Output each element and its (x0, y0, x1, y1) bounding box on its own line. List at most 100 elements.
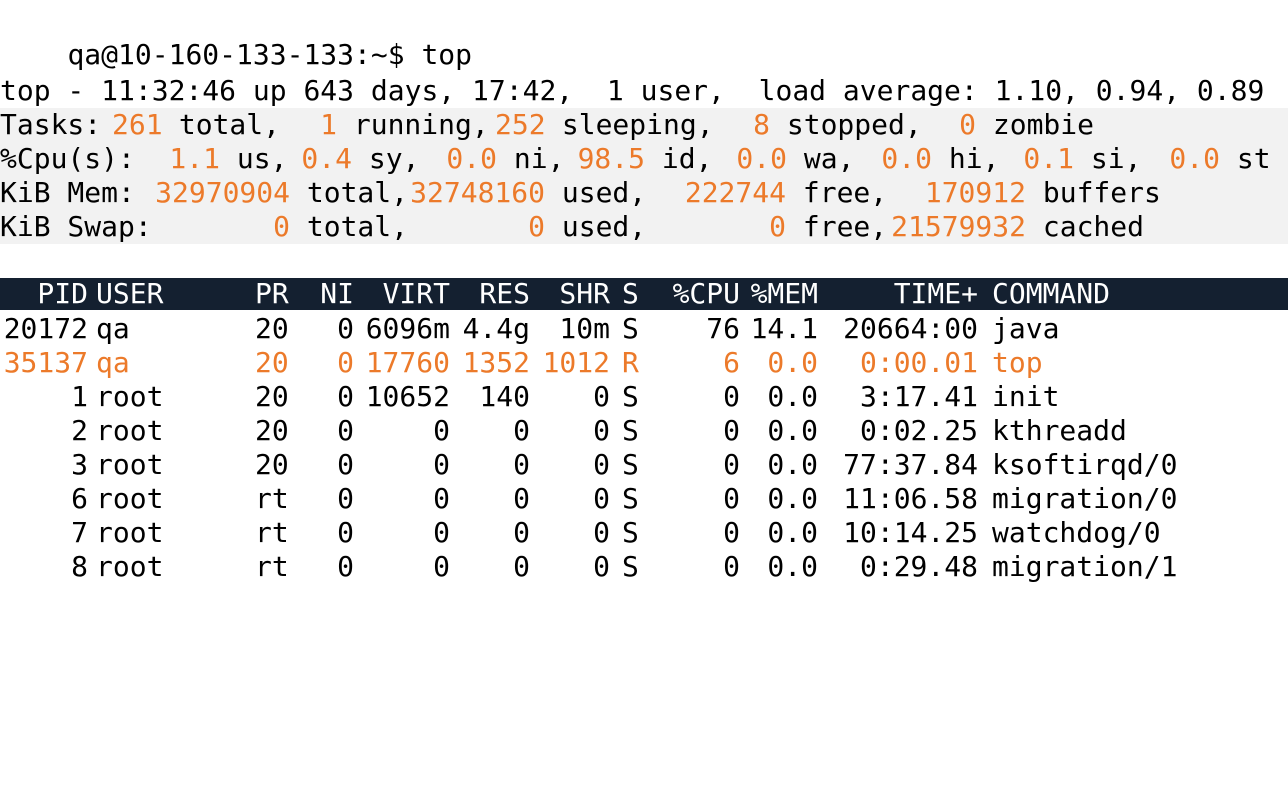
col-pid[interactable]: PID (0, 277, 88, 311)
cell-state: S (622, 550, 639, 583)
tasks-total: 261 (112, 108, 163, 141)
cell-time: 0:00.01 (859, 346, 978, 379)
swap-free-label: free, (786, 210, 888, 243)
cpu-hi: 0.0 (881, 142, 932, 175)
col-time[interactable]: TIME+ (818, 277, 978, 311)
cpu-si: 0.1 (1023, 142, 1074, 175)
cpu-sy-label: sy, (352, 142, 420, 175)
cell-pid: 35137 (3, 346, 88, 379)
cell-cpu: 0 (723, 380, 740, 413)
cell-mem: 0.0 (767, 380, 818, 413)
cpu-ni: 0.0 (446, 142, 497, 175)
swap-cached-label: cached (1026, 210, 1145, 243)
table-row[interactable]: 6 root rt 0 0 0 0 S 0 0.0 11:06.58 migration/0 (0, 482, 1288, 516)
summary-time: 11:32:46 (101, 74, 237, 107)
cell-user: root (96, 448, 164, 481)
cell-time: 10:14.25 (843, 516, 978, 549)
cell-user: root (96, 414, 164, 447)
cell-state: S (622, 448, 639, 481)
cell-pid: 8 (71, 550, 88, 583)
cpu-us-label: us, (220, 142, 288, 175)
col-user[interactable]: USER (96, 277, 236, 311)
mem-buffers: 170912 (924, 176, 1026, 209)
cell-ni: 0 (337, 550, 354, 583)
summary-load-label: load average: (724, 74, 978, 107)
cell-cpu: 6 (723, 346, 740, 379)
summary-swap-line: KiB Swap: 0 total, 0 used, 0 free, 21579… (0, 210, 1288, 244)
cell-cpu: 0 (723, 516, 740, 549)
cell-res: 0 (513, 550, 530, 583)
cell-res: 0 (513, 516, 530, 549)
table-row[interactable]: 1 root 20 0 10652 140 0 S 0 0.0 3:17.41 init (0, 380, 1288, 414)
table-row[interactable]: 8 root rt 0 0 0 0 S 0 0.0 0:29.48 migration/1 (0, 550, 1288, 584)
cell-virt: 6096m (365, 312, 450, 345)
cell-time: 11:06.58 (843, 482, 978, 515)
mem-total: 32970904 (155, 176, 290, 209)
cell-virt: 0 (433, 482, 450, 515)
terminal-window[interactable]: qa@10-160-133-133:~$ top top - 11:32:46 … (0, 0, 1288, 586)
cell-shr: 0 (593, 448, 610, 481)
cell-ni: 0 (337, 516, 354, 549)
table-row[interactable]: 7 root rt 0 0 0 0 S 0 0.0 10:14.25 watchdog/0 (0, 516, 1288, 550)
cpu-wa-label: wa, (787, 142, 855, 175)
col-state[interactable]: S (622, 277, 652, 311)
summary-load-values: 1.10, 0.94, 0.89 (977, 74, 1265, 107)
cpu-si-label: si, (1074, 142, 1142, 175)
col-res[interactable]: RES (450, 277, 530, 311)
cell-time: 3:17.41 (859, 380, 978, 413)
col-virt[interactable]: VIRT (354, 277, 450, 311)
col-mem[interactable]: %MEM (740, 277, 818, 311)
cell-cpu: 76 (706, 312, 740, 345)
summary-cpu-line: %Cpu(s): 1.1 us, 0.4 sy, 0.0 ni, 98.5 id… (0, 142, 1288, 176)
table-row[interactable]: 2 root 20 0 0 0 0 S 0 0.0 0:02.25 kthreadd (0, 414, 1288, 448)
cell-pid: 3 (71, 448, 88, 481)
cpu-ni-label: ni, (497, 142, 565, 175)
cell-pr: rt (255, 516, 289, 549)
cell-res: 0 (513, 448, 530, 481)
mem-used: 32748160 (410, 176, 545, 209)
mem-total-label: total, (290, 176, 409, 209)
cell-virt: 0 (433, 448, 450, 481)
cell-command: ksoftirqd/0 (992, 448, 1178, 481)
cell-shr: 1012 (542, 346, 610, 379)
cpu-sy: 0.4 (301, 142, 352, 175)
cell-res: 140 (479, 380, 530, 413)
cell-time: 77:37.84 (843, 448, 978, 481)
summary-uptime-line: top - 11:32:46 up 643 days, 17:42, 1 use… (0, 74, 1288, 108)
cell-pid: 20172 (3, 312, 88, 345)
cell-user: root (96, 380, 164, 413)
col-pr[interactable]: PR (255, 277, 305, 311)
cell-mem: 0.0 (767, 550, 818, 583)
swap-used: 0 (528, 210, 545, 243)
cpu-wa: 0.0 (736, 142, 787, 175)
cell-mem: 0.0 (767, 346, 818, 379)
cell-user: qa (96, 346, 130, 379)
cell-mem: 0.0 (767, 414, 818, 447)
tasks-running-label: running, (337, 108, 489, 141)
cell-pr: 20 (255, 312, 289, 345)
cell-shr: 0 (593, 482, 610, 515)
col-shr[interactable]: SHR (530, 277, 610, 311)
cell-cpu: 0 (723, 448, 740, 481)
cell-mem: 0.0 (767, 482, 818, 515)
cell-res: 0 (513, 482, 530, 515)
cell-command: java (992, 312, 1060, 345)
table-row[interactable]: 3 root 20 0 0 0 0 S 0 0.0 77:37.84 ksoftirqd/0 (0, 448, 1288, 482)
cell-command: watchdog/0 (992, 516, 1161, 549)
swap-label: KiB Swap: (0, 210, 152, 243)
table-row[interactable]: 35137 qa 20 0 17760 1352 1012 R 6 0.0 0:00.01 top (0, 346, 1288, 380)
cell-ni: 0 (337, 482, 354, 515)
cell-mem: 0.0 (767, 448, 818, 481)
cpu-label: %Cpu(s): (0, 142, 135, 175)
tasks-total-label: total, (162, 108, 281, 141)
col-ni[interactable]: NI (306, 277, 354, 311)
col-command[interactable]: COMMAND (992, 277, 1282, 311)
cell-pid: 2 (71, 414, 88, 447)
cell-pr: rt (255, 550, 289, 583)
summary-tasks-line: Tasks: 261 total, 1 running, 252 sleepin… (0, 108, 1288, 142)
col-cpu[interactable]: %CPU (650, 277, 740, 311)
cell-state: S (622, 516, 639, 549)
table-row[interactable]: 20172 qa 20 0 6096m 4.4g 10m S 76 14.1 20664:00 jav… (0, 312, 1288, 346)
cell-ni: 0 (337, 380, 354, 413)
cell-pid: 1 (71, 380, 88, 413)
